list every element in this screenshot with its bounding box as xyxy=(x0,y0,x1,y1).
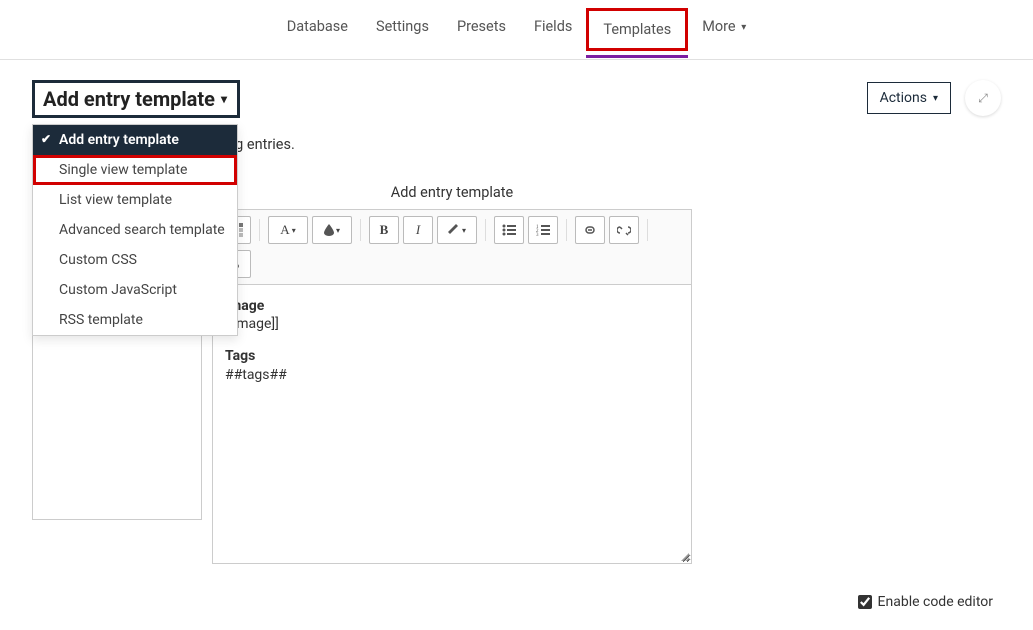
header-row: Add entry template ▾ Add entry template … xyxy=(32,80,1001,118)
editor-image-value: [[Image]] xyxy=(225,315,679,333)
editor-column: Add entry template A▾ ▾ xyxy=(212,184,692,564)
separator xyxy=(485,219,486,241)
italic-icon: I xyxy=(416,222,420,238)
editor-tags-value: ##tags## xyxy=(225,366,679,384)
editor-textarea[interactable]: Image [[Image]] Tags ##tags## xyxy=(212,284,692,564)
enable-code-checkbox[interactable] xyxy=(858,595,872,609)
content: Add entry template ▾ Add entry template … xyxy=(0,60,1033,630)
dropdown-item-rss[interactable]: RSS template xyxy=(33,305,237,335)
dropdown-item-advanced-search[interactable]: Advanced search template xyxy=(33,215,237,245)
toolbar-bold-button[interactable]: B xyxy=(369,216,399,244)
separator xyxy=(566,219,567,241)
toolbar-italic-button[interactable]: I xyxy=(403,216,433,244)
nav-presets[interactable]: Presets xyxy=(443,8,520,51)
dropdown-item-custom-css[interactable]: Custom CSS xyxy=(33,245,237,275)
bold-icon: B xyxy=(380,222,389,238)
nav-settings[interactable]: Settings xyxy=(362,8,443,51)
template-select[interactable]: Add entry template ▾ xyxy=(32,80,240,118)
editor-tags-label: Tags xyxy=(225,347,679,365)
toolbar-font-button[interactable]: A▾ xyxy=(268,216,308,244)
dropdown-item-list-view[interactable]: List view template xyxy=(33,185,237,215)
actions-label: Actions xyxy=(880,90,927,106)
separator xyxy=(647,219,648,241)
editor-image-label: Image xyxy=(225,297,679,315)
dropdown-item-custom-js[interactable]: Custom JavaScript xyxy=(33,275,237,305)
ol-icon: 123 xyxy=(536,224,550,236)
dropdown-item-add-entry[interactable]: Add entry template xyxy=(33,125,237,155)
template-select-wrap: Add entry template ▾ Add entry template … xyxy=(32,80,240,118)
enable-code-label: Enable code editor xyxy=(878,594,993,610)
nav-more-label: More xyxy=(702,18,735,35)
chevron-down-icon: ▾ xyxy=(221,92,227,106)
top-nav: Database Settings Presets Fields Templat… xyxy=(0,0,1033,60)
editor-title: Add entry template xyxy=(212,184,692,201)
chevron-down-icon: ▾ xyxy=(462,226,466,235)
toolbar-unlink-button[interactable] xyxy=(609,216,639,244)
toolbar-brush-button[interactable]: ▾ xyxy=(437,216,477,244)
nav-database[interactable]: Database xyxy=(273,8,362,51)
dropdown-item-single-view[interactable]: Single view template xyxy=(33,155,237,185)
svg-text:3: 3 xyxy=(536,233,539,236)
expand-button[interactable]: ⤢ xyxy=(965,80,1001,116)
nav-fields[interactable]: Fields xyxy=(520,8,586,51)
right-controls: Actions ▾ ⤢ xyxy=(867,80,1001,116)
toolbar-ol-button[interactable]: 123 xyxy=(528,216,558,244)
drop-icon xyxy=(324,224,334,236)
font-icon: A xyxy=(280,222,289,238)
footer-option: Enable code editor xyxy=(32,594,1001,610)
ul-icon xyxy=(502,224,516,236)
template-dropdown: Add entry template Single view template … xyxy=(32,124,238,336)
toolbar-ul-button[interactable] xyxy=(494,216,524,244)
nav-items: Database Settings Presets Fields Templat… xyxy=(273,8,761,51)
toolbar-color-button[interactable]: ▾ xyxy=(312,216,352,244)
toolbar-link-button[interactable] xyxy=(575,216,605,244)
chevron-down-icon: ▾ xyxy=(292,226,296,235)
brush-icon xyxy=(448,224,460,236)
link-icon xyxy=(583,224,597,236)
separator xyxy=(360,219,361,241)
nav-more[interactable]: More ▾ xyxy=(688,8,760,51)
chevron-down-icon: ▾ xyxy=(741,22,746,33)
template-select-label: Add entry template xyxy=(43,87,215,111)
editor-toolbar: A▾ ▾ B I ▾ xyxy=(212,209,692,284)
actions-button[interactable]: Actions ▾ xyxy=(867,82,951,114)
chevron-down-icon: ▾ xyxy=(933,93,938,104)
unlink-icon xyxy=(617,224,631,236)
nav-templates[interactable]: Templates xyxy=(586,8,688,51)
chevron-down-icon: ▾ xyxy=(336,226,340,235)
expand-icon: ⤢ xyxy=(978,91,988,106)
separator xyxy=(259,219,260,241)
resize-handle[interactable] xyxy=(681,553,689,561)
